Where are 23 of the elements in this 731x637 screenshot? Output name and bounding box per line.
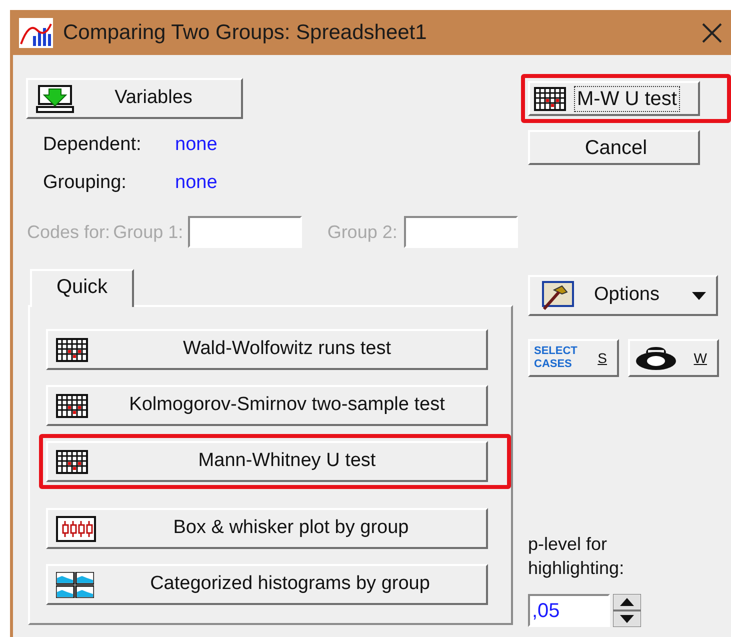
test-button[interactable]: Kolmogorov-Smirnov two-sample test xyxy=(46,385,488,426)
variable-value: none xyxy=(175,133,218,157)
variable-label: Grouping: xyxy=(43,170,128,194)
p-level-field[interactable]: ,05 xyxy=(528,594,610,627)
variables-button[interactable]: Variables xyxy=(26,78,243,119)
weights-button[interactable]: W xyxy=(628,339,719,377)
test-button[interactable]: Mann-Whitney U test xyxy=(46,441,488,482)
variable-label: Dependent: xyxy=(43,133,142,157)
p-level-label: p-level for highlighting: xyxy=(528,533,626,580)
options-button[interactable]: Options xyxy=(528,275,718,316)
codes-label: Codes for: xyxy=(27,220,112,244)
group-label: Group 2: xyxy=(327,220,398,244)
cancel-button[interactable]: Cancel xyxy=(528,130,700,165)
test-button[interactable]: Box & whisker plot by group xyxy=(46,508,488,549)
group-label: Group 1: xyxy=(113,220,184,244)
variable-value: none xyxy=(175,170,218,194)
select-cases-icon: SELECT CASES xyxy=(534,345,580,371)
window-title: Comparing Two Groups: Spreadsheet1 xyxy=(63,20,428,46)
select-cases-button[interactable]: SELECT CASES S xyxy=(528,339,619,377)
test-button[interactable]: M-W U test xyxy=(528,81,700,116)
tab[interactable]: Quick xyxy=(30,269,134,307)
test-button[interactable]: Categorized histograms by group xyxy=(46,564,488,605)
test-button[interactable]: Wald-Wolfowitz runs test xyxy=(46,329,488,370)
